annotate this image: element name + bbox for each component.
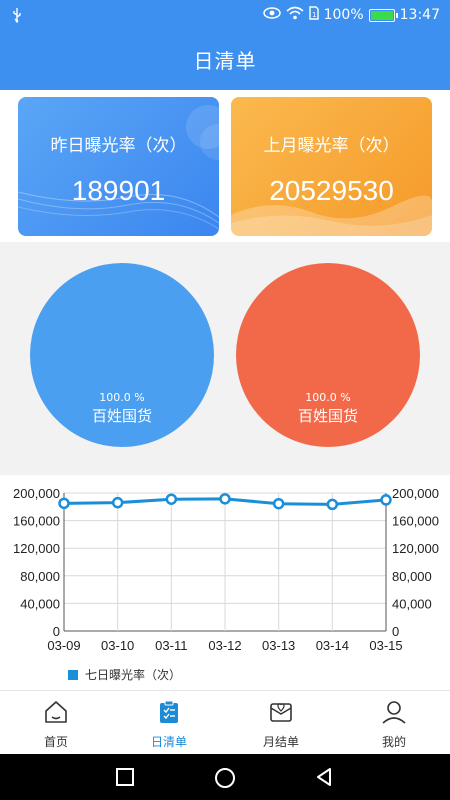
data-point bbox=[326, 498, 339, 511]
yesterday-exposure-card[interactable]: 昨日曝光率（次） 189901 bbox=[18, 97, 219, 236]
eye-icon bbox=[262, 6, 281, 24]
card-label: 昨日曝光率（次） bbox=[50, 136, 187, 156]
y-tick-label-right: 200,000 bbox=[392, 486, 439, 501]
pie-slice[interactable]: 100.0 % 百姓国货 bbox=[236, 263, 420, 447]
x-tick-label: 03-15 bbox=[369, 638, 402, 653]
x-tick-label: 03-09 bbox=[47, 638, 80, 653]
data-point bbox=[165, 493, 178, 505]
bottom-tab-bar: 首页 日清单 月结单 我的 bbox=[0, 690, 450, 754]
mail-heart-icon bbox=[270, 703, 292, 722]
y-tick-label-left: 200,000 bbox=[13, 486, 60, 501]
status-bar: 1 100% 13:47 bbox=[0, 0, 450, 32]
line-chart-svg: 0 0 40,000 40,000 80,000 80,000 120,000 120,000… bbox=[13, 486, 439, 653]
card-label: 上月曝光率（次） bbox=[263, 136, 400, 156]
page-title: 日清单 bbox=[193, 49, 257, 73]
svg-text:1: 1 bbox=[312, 11, 316, 19]
battery-percent: 100% bbox=[323, 7, 364, 23]
data-point bbox=[219, 493, 231, 505]
tab-mine[interactable]: 我的 bbox=[338, 691, 450, 755]
home-circle-icon[interactable] bbox=[214, 767, 236, 789]
card-value: 20529530 bbox=[269, 175, 394, 206]
x-tick-label: 03-13 bbox=[262, 638, 295, 653]
pie-name-label: 百姓国货 bbox=[91, 407, 152, 425]
x-tick-label: 03-14 bbox=[316, 638, 349, 653]
app-header: 日清单 bbox=[0, 32, 450, 90]
y-tick-label-right: 0 bbox=[392, 624, 399, 639]
y-tick-label-left: 40,000 bbox=[20, 596, 60, 611]
clipboard-icon bbox=[160, 700, 178, 723]
tab-daily-list[interactable]: 日清单 bbox=[113, 691, 225, 755]
x-tick-label: 03-10 bbox=[101, 638, 134, 653]
recents-square-icon[interactable] bbox=[115, 767, 135, 787]
data-point bbox=[380, 494, 392, 506]
pie-percent-label: 100.0 % bbox=[99, 391, 145, 404]
screen: 1 100% 13:47 日清单 昨日曝光率（次） 189901 上月曝光率（次… bbox=[0, 0, 450, 800]
tab-label: 我的 bbox=[381, 735, 406, 749]
line-chart: 0 0 40,000 40,000 80,000 80,000 120,000 120,000… bbox=[0, 475, 450, 690]
pie-charts: 100.0 % 百姓国货 100.0 % 百姓国货 bbox=[0, 248, 450, 463]
y-tick-label-right: 80,000 bbox=[392, 569, 432, 584]
data-point bbox=[272, 497, 285, 510]
pie-percent-label: 100.0 % bbox=[305, 391, 351, 404]
last-month-exposure-card[interactable]: 上月曝光率（次） 20529530 bbox=[231, 97, 432, 236]
summary-cards: 昨日曝光率（次） 189901 上月曝光率（次） 20529530 bbox=[0, 90, 450, 242]
x-tick-label: 03-12 bbox=[208, 638, 241, 653]
person-icon bbox=[382, 701, 406, 724]
tab-monthly-statement[interactable]: 月结单 bbox=[225, 691, 337, 755]
tab-label: 日清单 bbox=[150, 735, 187, 749]
card-value: 189901 bbox=[71, 175, 166, 206]
y-tick-label-left: 160,000 bbox=[13, 514, 60, 529]
back-triangle-icon[interactable] bbox=[314, 767, 334, 787]
legend-label: 七日曝光率（次） bbox=[85, 668, 182, 682]
card-wave-decoration bbox=[18, 105, 219, 230]
legend-swatch bbox=[68, 669, 78, 680]
y-tick-label-left: 120,000 bbox=[13, 541, 60, 556]
tab-label: 首页 bbox=[43, 735, 68, 749]
battery-icon bbox=[368, 8, 398, 22]
y-tick-label-right: 120,000 bbox=[392, 541, 439, 556]
home-icon bbox=[45, 701, 67, 723]
pie-slice[interactable]: 100.0 % 百姓国货 bbox=[30, 263, 214, 447]
y-tick-label-left: 80,000 bbox=[20, 569, 60, 584]
y-tick-label-right: 40,000 bbox=[392, 596, 432, 611]
data-point bbox=[58, 497, 70, 510]
clock: 13:47 bbox=[399, 7, 440, 23]
usb-icon bbox=[12, 7, 22, 27]
y-tick-label-left: 0 bbox=[53, 624, 60, 639]
sim-icon: 1 bbox=[308, 6, 319, 24]
card-wave-decoration bbox=[231, 195, 432, 236]
tab-home[interactable]: 首页 bbox=[0, 691, 112, 755]
x-tick-label: 03-11 bbox=[155, 638, 187, 653]
chart-legend: 七日曝光率（次） bbox=[68, 666, 181, 683]
system-nav-bar bbox=[0, 754, 450, 800]
y-tick-label-right: 160,000 bbox=[392, 514, 439, 529]
tab-label: 月结单 bbox=[262, 735, 299, 749]
wifi-icon bbox=[286, 6, 304, 24]
data-point bbox=[111, 496, 124, 509]
pie-name-label: 百姓国货 bbox=[297, 407, 358, 425]
